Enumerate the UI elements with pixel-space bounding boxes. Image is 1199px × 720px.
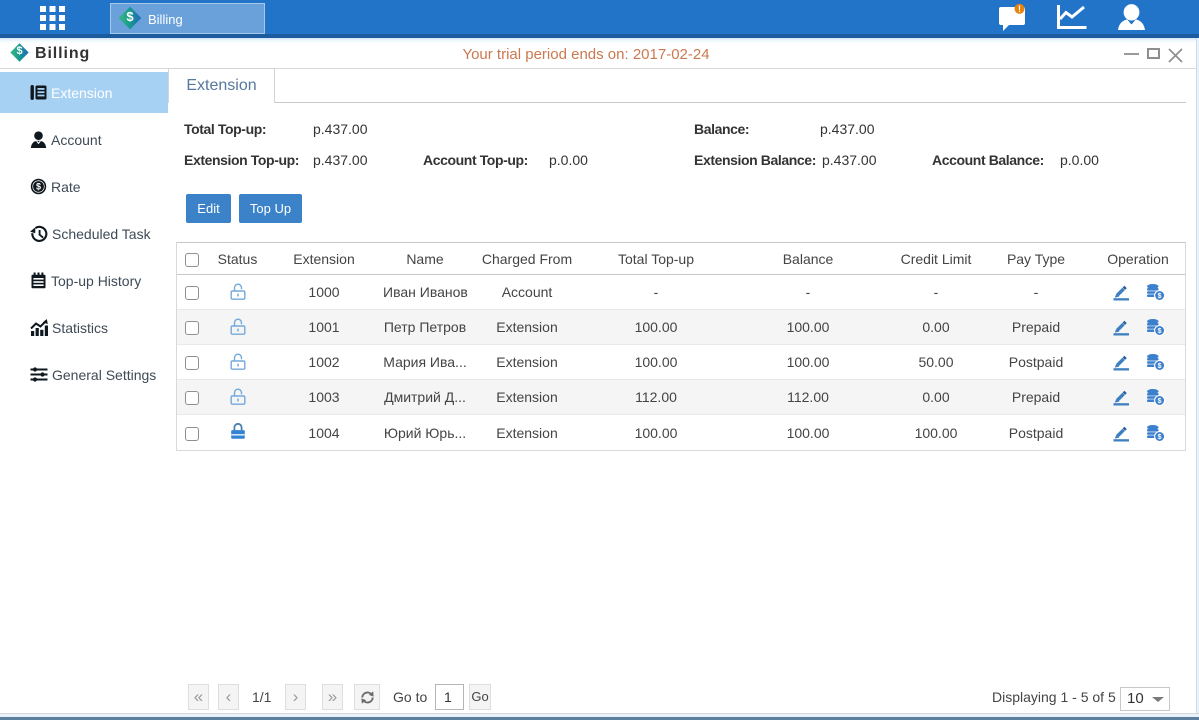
svg-text:$: $	[36, 182, 41, 192]
svg-text:$: $	[1158, 328, 1162, 335]
svg-text:$: $	[1158, 434, 1162, 441]
svg-text:$: $	[1158, 398, 1162, 405]
svg-text:$: $	[1158, 363, 1162, 370]
svg-text:!: !	[1018, 4, 1021, 14]
svg-text:$: $	[1158, 293, 1162, 300]
